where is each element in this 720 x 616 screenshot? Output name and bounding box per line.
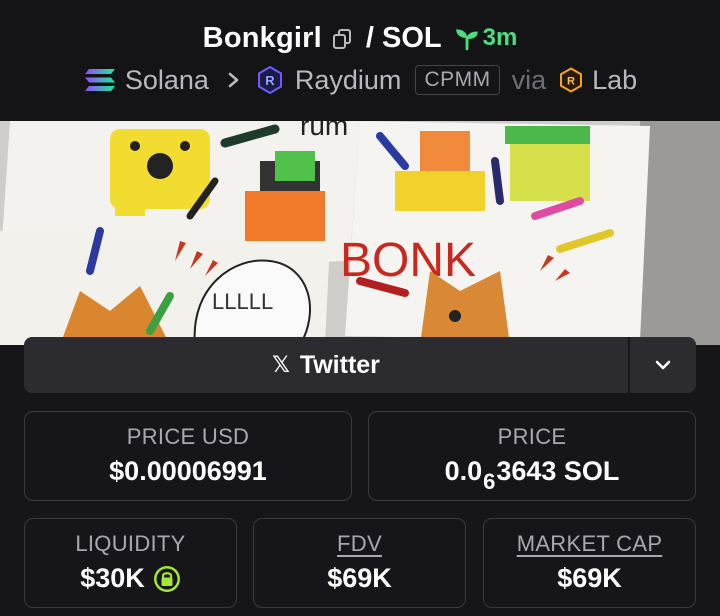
token-banner-image: rum BONK LLLLL: [0, 121, 720, 345]
social-links-bar: 𝕏 Twitter: [24, 337, 696, 393]
market-cap-value: $69K: [557, 563, 622, 593]
yellow-robot-drawing: [110, 129, 210, 216]
green-frog-drawing: [505, 126, 590, 201]
svg-text:R: R: [567, 76, 575, 88]
price-sol-suffix: 3643 SOL: [496, 456, 620, 486]
twitter-button[interactable]: 𝕏 Twitter: [24, 337, 628, 393]
chevron-right-icon: [228, 72, 239, 88]
svg-text:R: R: [265, 73, 275, 88]
pool-type-badge: CPMM: [415, 65, 500, 95]
fdv-card[interactable]: FDV $69K: [253, 518, 466, 608]
token-name: Bonkgirl: [202, 21, 322, 54]
pair-age: 3m: [454, 24, 518, 52]
pair-info-row: Solana R Raydium CPMM via R Lab: [0, 60, 720, 100]
price-sol-value: 0.0 6 3643 SOL: [369, 456, 695, 494]
raydium-icon: R: [257, 65, 282, 95]
price-usd-label: PRICE USD: [126, 424, 250, 449]
price-sol-card: PRICE 0.0 6 3643 SOL: [368, 411, 696, 501]
more-links-button[interactable]: [630, 337, 696, 393]
liquidity-value-row: $30K: [25, 563, 236, 594]
market-cap-card[interactable]: MARKET CAP $69K: [483, 518, 696, 608]
fdv-label[interactable]: FDV: [254, 531, 465, 557]
twitter-label: Twitter: [299, 350, 380, 379]
price-usd-value: $0.00006991: [109, 456, 267, 486]
fdv-value: $69K: [327, 563, 392, 593]
banner-drawing: rum BONK LLLLL: [0, 121, 720, 345]
dex-name[interactable]: Raydium: [295, 65, 402, 96]
launchpad-name[interactable]: Lab: [592, 65, 637, 96]
liquidity-label: LIQUIDITY: [75, 531, 186, 556]
token-header: Bonkgirl / SOL 3m Solana R Raydium CPMM …: [0, 0, 720, 121]
pair-age-text: 3m: [482, 24, 518, 51]
drawing-text-speech: LLLLL: [212, 289, 273, 314]
x-logo-icon: 𝕏: [272, 352, 290, 377]
liquidity-card: LIQUIDITY $30K: [24, 518, 237, 608]
quote-token: / SOL: [365, 21, 442, 54]
market-cap-label[interactable]: MARKET CAP: [484, 531, 695, 557]
drawing-text-rum: rum: [300, 121, 348, 141]
price-sol-label: PRICE: [497, 424, 567, 449]
via-label: via: [511, 64, 547, 95]
chevron-down-icon: [655, 360, 671, 370]
price-usd-card: PRICE USD $0.00006991: [24, 411, 352, 501]
chain-name[interactable]: Solana: [125, 65, 209, 96]
sprout-icon: [455, 29, 478, 51]
price-sol-zero-count: 6: [483, 468, 496, 494]
title-row: Bonkgirl / SOL 3m: [0, 18, 720, 58]
raydium-lab-icon: R: [560, 67, 583, 93]
liquidity-value: $30K: [80, 563, 145, 593]
copy-icon[interactable]: [332, 27, 354, 49]
solana-icon: [84, 69, 115, 91]
lock-icon[interactable]: [153, 565, 181, 593]
price-sol-prefix: 0.0: [444, 456, 483, 486]
